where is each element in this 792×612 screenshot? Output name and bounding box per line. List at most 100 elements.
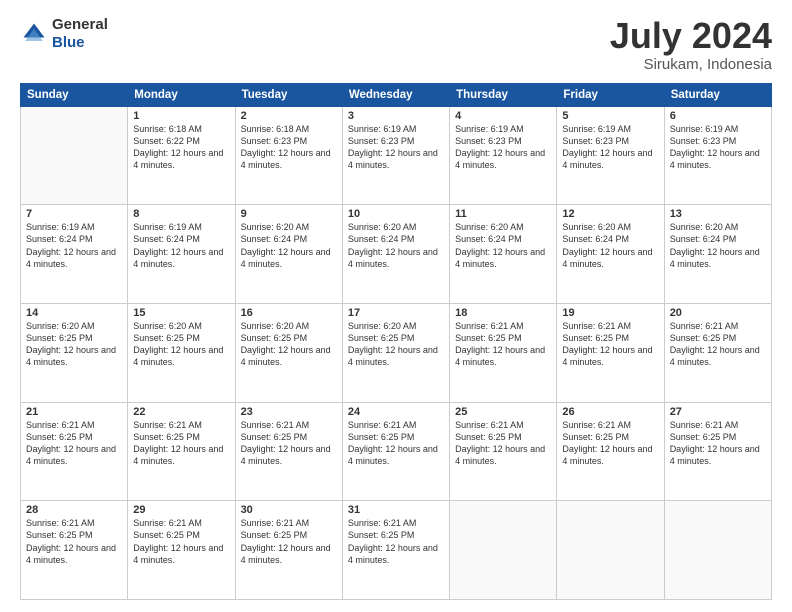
title-block: July 2024 Sirukam, Indonesia xyxy=(610,16,772,73)
day-info: Sunrise: 6:21 AMSunset: 6:25 PMDaylight:… xyxy=(133,517,229,566)
day-number: 1 xyxy=(133,110,229,122)
day-info: Sunrise: 6:20 AMSunset: 6:24 PMDaylight:… xyxy=(670,221,766,270)
table-row: 31Sunrise: 6:21 AMSunset: 6:25 PMDayligh… xyxy=(342,501,449,600)
table-row: 16Sunrise: 6:20 AMSunset: 6:25 PMDayligh… xyxy=(235,303,342,402)
day-info: Sunrise: 6:21 AMSunset: 6:25 PMDaylight:… xyxy=(26,517,122,566)
day-number: 13 xyxy=(670,208,766,220)
day-info: Sunrise: 6:19 AMSunset: 6:23 PMDaylight:… xyxy=(455,123,551,172)
day-info: Sunrise: 6:20 AMSunset: 6:24 PMDaylight:… xyxy=(562,221,658,270)
table-row: 26Sunrise: 6:21 AMSunset: 6:25 PMDayligh… xyxy=(557,402,664,501)
table-row: 9Sunrise: 6:20 AMSunset: 6:24 PMDaylight… xyxy=(235,205,342,304)
day-info: Sunrise: 6:19 AMSunset: 6:24 PMDaylight:… xyxy=(133,221,229,270)
table-row xyxy=(21,106,128,205)
month-year-title: July 2024 xyxy=(610,16,772,56)
table-row: 28Sunrise: 6:21 AMSunset: 6:25 PMDayligh… xyxy=(21,501,128,600)
table-row: 5Sunrise: 6:19 AMSunset: 6:23 PMDaylight… xyxy=(557,106,664,205)
logo-general-text: General xyxy=(52,16,108,33)
day-number: 30 xyxy=(241,504,337,516)
day-info: Sunrise: 6:21 AMSunset: 6:25 PMDaylight:… xyxy=(562,320,658,369)
calendar-week-row: 14Sunrise: 6:20 AMSunset: 6:25 PMDayligh… xyxy=(21,303,772,402)
day-info: Sunrise: 6:21 AMSunset: 6:25 PMDaylight:… xyxy=(670,419,766,468)
table-row: 23Sunrise: 6:21 AMSunset: 6:25 PMDayligh… xyxy=(235,402,342,501)
col-wednesday: Wednesday xyxy=(342,83,449,106)
calendar-week-row: 1Sunrise: 6:18 AMSunset: 6:22 PMDaylight… xyxy=(21,106,772,205)
day-number: 9 xyxy=(241,208,337,220)
calendar-table: Sunday Monday Tuesday Wednesday Thursday… xyxy=(20,83,772,600)
calendar-week-row: 21Sunrise: 6:21 AMSunset: 6:25 PMDayligh… xyxy=(21,402,772,501)
header: General Blue July 2024 Sirukam, Indonesi… xyxy=(20,16,772,73)
table-row: 17Sunrise: 6:20 AMSunset: 6:25 PMDayligh… xyxy=(342,303,449,402)
day-number: 8 xyxy=(133,208,229,220)
day-info: Sunrise: 6:20 AMSunset: 6:24 PMDaylight:… xyxy=(241,221,337,270)
col-monday: Monday xyxy=(128,83,235,106)
col-friday: Friday xyxy=(557,83,664,106)
table-row: 12Sunrise: 6:20 AMSunset: 6:24 PMDayligh… xyxy=(557,205,664,304)
day-number: 29 xyxy=(133,504,229,516)
day-number: 4 xyxy=(455,110,551,122)
day-number: 10 xyxy=(348,208,444,220)
table-row xyxy=(557,501,664,600)
logo-blue-text: Blue xyxy=(52,34,85,51)
table-row xyxy=(664,501,771,600)
day-number: 18 xyxy=(455,307,551,319)
day-info: Sunrise: 6:19 AMSunset: 6:23 PMDaylight:… xyxy=(670,123,766,172)
day-info: Sunrise: 6:21 AMSunset: 6:25 PMDaylight:… xyxy=(133,419,229,468)
day-number: 11 xyxy=(455,208,551,220)
day-number: 27 xyxy=(670,406,766,418)
table-row: 6Sunrise: 6:19 AMSunset: 6:23 PMDaylight… xyxy=(664,106,771,205)
page: General Blue July 2024 Sirukam, Indonesi… xyxy=(0,0,792,612)
calendar-week-row: 7Sunrise: 6:19 AMSunset: 6:24 PMDaylight… xyxy=(21,205,772,304)
day-number: 3 xyxy=(348,110,444,122)
table-row: 22Sunrise: 6:21 AMSunset: 6:25 PMDayligh… xyxy=(128,402,235,501)
day-info: Sunrise: 6:18 AMSunset: 6:23 PMDaylight:… xyxy=(241,123,337,172)
calendar-week-row: 28Sunrise: 6:21 AMSunset: 6:25 PMDayligh… xyxy=(21,501,772,600)
day-number: 26 xyxy=(562,406,658,418)
day-info: Sunrise: 6:21 AMSunset: 6:25 PMDaylight:… xyxy=(241,419,337,468)
location-subtitle: Sirukam, Indonesia xyxy=(610,56,772,73)
table-row: 11Sunrise: 6:20 AMSunset: 6:24 PMDayligh… xyxy=(450,205,557,304)
day-info: Sunrise: 6:21 AMSunset: 6:25 PMDaylight:… xyxy=(455,320,551,369)
table-row: 30Sunrise: 6:21 AMSunset: 6:25 PMDayligh… xyxy=(235,501,342,600)
table-row: 7Sunrise: 6:19 AMSunset: 6:24 PMDaylight… xyxy=(21,205,128,304)
day-number: 5 xyxy=(562,110,658,122)
day-info: Sunrise: 6:19 AMSunset: 6:24 PMDaylight:… xyxy=(26,221,122,270)
table-row: 25Sunrise: 6:21 AMSunset: 6:25 PMDayligh… xyxy=(450,402,557,501)
day-number: 23 xyxy=(241,406,337,418)
table-row: 29Sunrise: 6:21 AMSunset: 6:25 PMDayligh… xyxy=(128,501,235,600)
day-number: 2 xyxy=(241,110,337,122)
day-info: Sunrise: 6:19 AMSunset: 6:23 PMDaylight:… xyxy=(348,123,444,172)
day-number: 20 xyxy=(670,307,766,319)
table-row: 10Sunrise: 6:20 AMSunset: 6:24 PMDayligh… xyxy=(342,205,449,304)
day-info: Sunrise: 6:21 AMSunset: 6:25 PMDaylight:… xyxy=(455,419,551,468)
day-info: Sunrise: 6:21 AMSunset: 6:25 PMDaylight:… xyxy=(26,419,122,468)
table-row: 3Sunrise: 6:19 AMSunset: 6:23 PMDaylight… xyxy=(342,106,449,205)
table-row: 15Sunrise: 6:20 AMSunset: 6:25 PMDayligh… xyxy=(128,303,235,402)
col-tuesday: Tuesday xyxy=(235,83,342,106)
table-row: 21Sunrise: 6:21 AMSunset: 6:25 PMDayligh… xyxy=(21,402,128,501)
day-info: Sunrise: 6:21 AMSunset: 6:25 PMDaylight:… xyxy=(348,517,444,566)
day-info: Sunrise: 6:21 AMSunset: 6:25 PMDaylight:… xyxy=(241,517,337,566)
day-number: 6 xyxy=(670,110,766,122)
day-info: Sunrise: 6:20 AMSunset: 6:24 PMDaylight:… xyxy=(348,221,444,270)
day-info: Sunrise: 6:18 AMSunset: 6:22 PMDaylight:… xyxy=(133,123,229,172)
table-row: 2Sunrise: 6:18 AMSunset: 6:23 PMDaylight… xyxy=(235,106,342,205)
day-number: 25 xyxy=(455,406,551,418)
table-row: 1Sunrise: 6:18 AMSunset: 6:22 PMDaylight… xyxy=(128,106,235,205)
day-number: 28 xyxy=(26,504,122,516)
table-row: 8Sunrise: 6:19 AMSunset: 6:24 PMDaylight… xyxy=(128,205,235,304)
table-row: 24Sunrise: 6:21 AMSunset: 6:25 PMDayligh… xyxy=(342,402,449,501)
day-number: 12 xyxy=(562,208,658,220)
day-info: Sunrise: 6:21 AMSunset: 6:25 PMDaylight:… xyxy=(562,419,658,468)
table-row: 14Sunrise: 6:20 AMSunset: 6:25 PMDayligh… xyxy=(21,303,128,402)
day-number: 17 xyxy=(348,307,444,319)
col-saturday: Saturday xyxy=(664,83,771,106)
day-info: Sunrise: 6:20 AMSunset: 6:24 PMDaylight:… xyxy=(455,221,551,270)
day-info: Sunrise: 6:21 AMSunset: 6:25 PMDaylight:… xyxy=(670,320,766,369)
logo: General Blue xyxy=(20,16,108,52)
table-row: 4Sunrise: 6:19 AMSunset: 6:23 PMDaylight… xyxy=(450,106,557,205)
col-thursday: Thursday xyxy=(450,83,557,106)
calendar-body: 1Sunrise: 6:18 AMSunset: 6:22 PMDaylight… xyxy=(21,106,772,599)
day-number: 16 xyxy=(241,307,337,319)
day-number: 24 xyxy=(348,406,444,418)
day-info: Sunrise: 6:20 AMSunset: 6:25 PMDaylight:… xyxy=(26,320,122,369)
